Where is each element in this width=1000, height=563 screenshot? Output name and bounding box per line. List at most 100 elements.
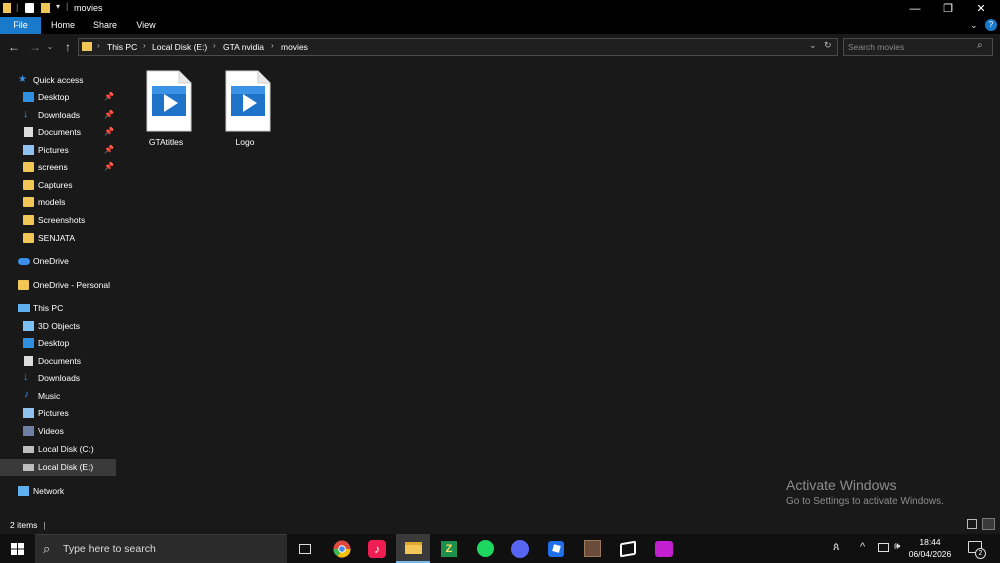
- nav-label: Pictures: [38, 145, 69, 155]
- nav-documents[interactable]: Documents 📌: [0, 124, 116, 141]
- nav-pictures[interactable]: Pictures 📌: [0, 142, 116, 159]
- up-button[interactable]: ↑: [61, 39, 75, 55]
- chrome-button[interactable]: [325, 534, 359, 563]
- nav-captures[interactable]: Captures: [0, 177, 116, 194]
- task-view-icon: [299, 543, 311, 554]
- capcut-button[interactable]: [611, 534, 645, 563]
- task-view-button[interactable]: [288, 534, 322, 563]
- details-view-icon[interactable]: [967, 519, 977, 529]
- capcut-icon: [620, 540, 636, 557]
- spotify-button[interactable]: [468, 534, 502, 563]
- nav-this-pc[interactable]: This PC: [0, 300, 116, 317]
- file-item[interactable]: GTAtitles: [132, 70, 200, 154]
- folder-icon: [82, 42, 92, 51]
- chevron-right-icon: ›: [143, 41, 146, 50]
- large-icons-view-icon[interactable]: [982, 518, 995, 530]
- nav-pc-pictures[interactable]: Pictures: [0, 405, 116, 422]
- nav-label: Pictures: [38, 408, 69, 418]
- file-explorer-icon: [404, 541, 422, 554]
- folder-icon: [23, 233, 34, 243]
- nav-models[interactable]: models: [0, 194, 116, 211]
- minimize-button[interactable]: —: [899, 0, 931, 17]
- file-item[interactable]: Logo: [211, 70, 279, 154]
- nav-label: OneDrive - Personal: [33, 280, 111, 290]
- nav-label: SENJATA: [38, 233, 75, 243]
- search-icon[interactable]: ⌕: [977, 40, 983, 51]
- download-icon: ↓: [23, 371, 29, 383]
- nav-senjata[interactable]: SENJATA: [0, 230, 116, 247]
- forward-button[interactable]: →: [28, 39, 42, 55]
- network-status-icon[interactable]: [878, 543, 889, 552]
- nav-downloads[interactable]: ↓ Downloads 📌: [0, 107, 116, 124]
- cube-icon: [23, 321, 34, 331]
- pin-icon[interactable]: 📌: [104, 127, 114, 136]
- nav-local-disk-c[interactable]: Local Disk (C:): [0, 441, 116, 458]
- taskbar-search-input[interactable]: [63, 542, 263, 556]
- discord-button[interactable]: [503, 534, 537, 563]
- nav-onedrive[interactable]: OneDrive: [0, 253, 116, 270]
- breadcrumb-this-pc[interactable]: This PC: [107, 42, 137, 52]
- tab-share[interactable]: Share: [86, 17, 124, 34]
- start-button[interactable]: [11, 543, 24, 555]
- nav-desktop[interactable]: Desktop 📌: [0, 89, 116, 106]
- show-hidden-icons-icon[interactable]: ^: [860, 541, 865, 553]
- address-bar[interactable]: › This PC › Local Disk (E:) › GTA nvidia…: [78, 38, 838, 56]
- network-icon: [18, 486, 29, 496]
- video-file-icon: [146, 70, 192, 132]
- breadcrumb-local-disk-e[interactable]: Local Disk (E:): [152, 42, 207, 52]
- file-explorer-button[interactable]: [396, 534, 430, 563]
- status-bar: [0, 516, 1000, 534]
- refresh-icon[interactable]: ↻: [824, 40, 832, 51]
- address-dropdown-icon[interactable]: ⌄: [809, 40, 817, 51]
- nav-screenshots[interactable]: Screenshots: [0, 212, 116, 229]
- volume-icon[interactable]: 🕪: [894, 541, 900, 552]
- separator: |: [16, 2, 19, 12]
- nav-network[interactable]: Network: [0, 483, 116, 500]
- breadcrumb-gta-nvidia[interactable]: GTA nvidia: [223, 42, 264, 52]
- people-icon[interactable]: ጰ: [833, 541, 840, 554]
- back-button[interactable]: ←: [7, 39, 21, 55]
- taskbar-search[interactable]: ⌕: [35, 534, 287, 563]
- search-box[interactable]: ⌕: [843, 38, 993, 56]
- nav-screens[interactable]: screens 📌: [0, 159, 116, 176]
- nav-music[interactable]: ♪ Music: [0, 388, 116, 405]
- tab-view[interactable]: View: [127, 17, 165, 34]
- search-input[interactable]: [848, 41, 968, 53]
- close-button[interactable]: ✕: [965, 0, 997, 17]
- nav-onedrive-personal[interactable]: OneDrive - Personal: [0, 277, 116, 294]
- help-icon[interactable]: ?: [985, 19, 997, 31]
- nav-local-disk-e[interactable]: Local Disk (E:): [0, 459, 116, 476]
- nav-3d-objects[interactable]: 3D Objects: [0, 318, 116, 335]
- music-app-icon: [655, 540, 673, 557]
- chevron-right-icon: ›: [271, 41, 274, 50]
- tab-home[interactable]: Home: [44, 17, 82, 34]
- music-app-button[interactable]: [647, 534, 681, 563]
- new-folder-icon[interactable]: [41, 3, 50, 13]
- tab-file[interactable]: File: [0, 17, 41, 34]
- pin-icon[interactable]: 📌: [104, 110, 114, 119]
- nav-quick-access[interactable]: ★ Quick access: [0, 72, 116, 89]
- tiktok-button[interactable]: ♪: [360, 534, 394, 563]
- nav-pc-desktop[interactable]: Desktop: [0, 335, 116, 352]
- clock[interactable]: 18:44 06/04/2026: [905, 536, 955, 560]
- navigation-pane: ★ Quick access Desktop 📌 ↓ Downloads 📌 D…: [0, 62, 116, 516]
- nav-pc-downloads[interactable]: ↓ Downloads: [0, 370, 116, 387]
- properties-icon[interactable]: [25, 3, 34, 13]
- pin-icon[interactable]: 📌: [104, 92, 114, 101]
- window-title: movies: [74, 3, 103, 13]
- nav-videos[interactable]: Videos: [0, 423, 116, 440]
- nav-pc-documents[interactable]: Documents: [0, 353, 116, 370]
- ribbon-tabs: File Home Share View ⌄ ?: [0, 17, 1000, 34]
- nav-label: OneDrive: [33, 256, 69, 266]
- breadcrumb-movies[interactable]: movies: [281, 42, 308, 52]
- recent-locations-icon[interactable]: ⌄: [43, 39, 57, 55]
- customize-quick-access-icon[interactable]: ▾: [56, 2, 60, 11]
- pin-icon[interactable]: 📌: [104, 162, 114, 171]
- app-green-button[interactable]: Z: [432, 534, 466, 563]
- pin-icon[interactable]: 📌: [104, 145, 114, 154]
- nav-label: Local Disk (C:): [38, 444, 94, 454]
- roblox-button[interactable]: [539, 534, 573, 563]
- expand-ribbon-icon[interactable]: ⌄: [970, 20, 978, 31]
- restore-button[interactable]: ❐: [932, 0, 964, 17]
- game-button[interactable]: [575, 534, 609, 563]
